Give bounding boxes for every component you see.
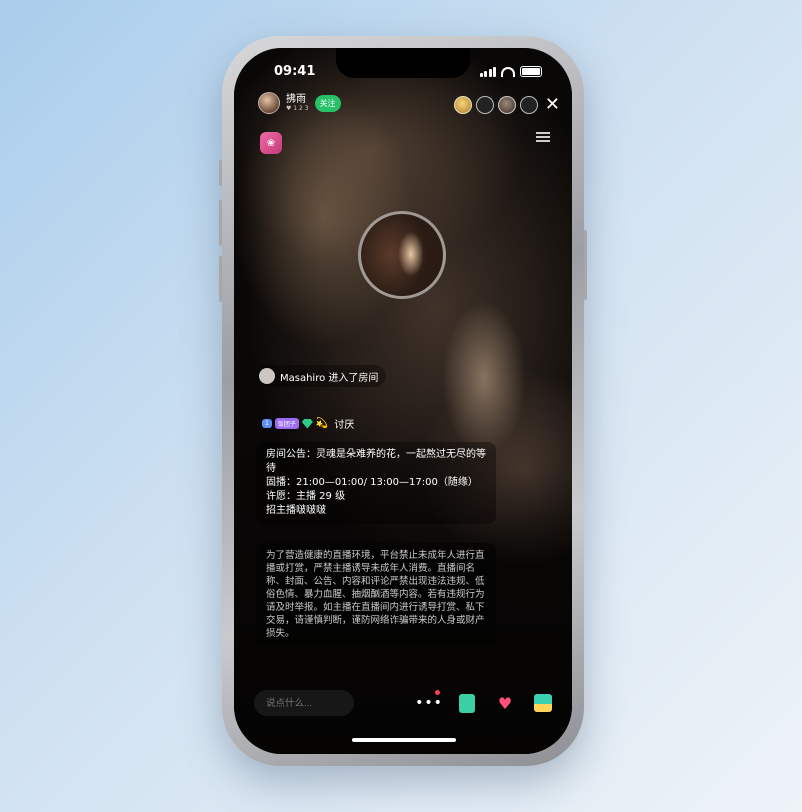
heart-icon: ♥	[497, 693, 513, 713]
viewer-avatar[interactable]	[475, 96, 494, 114]
enter-room-text: Masahiro 进入了房间	[280, 372, 379, 384]
more-button[interactable]: •••	[415, 690, 443, 716]
cellular-signal-icon	[479, 67, 496, 77]
chat-emoji: 💫	[315, 418, 329, 429]
platform-notice: 为了营造健康的直播环境，平台禁止未成年人进行直播或打赏，严禁主播诱导未成年人消费…	[256, 543, 496, 646]
announcement-line: 固播：21:00—01:00/ 13:00—17:00（随缘）	[266, 477, 478, 488]
host-info[interactable]: 拂雨 ♥ 1 2 3 关注	[258, 92, 341, 114]
wifi-icon	[501, 67, 515, 77]
viewer-avatar[interactable]	[519, 96, 538, 114]
announcement-line: 房间公告：灵魂是朵难养的花，一起熬过无尽的等待	[266, 449, 486, 474]
announcement-line: 许愿：主播 29 级	[266, 491, 346, 502]
host-name: 拂雨	[286, 93, 306, 105]
close-icon[interactable]: ✕	[545, 96, 560, 114]
host-likes: ♥ 1 2 3	[286, 104, 309, 112]
notification-dot	[435, 690, 440, 695]
host-text: 拂雨 ♥ 1 2 3	[286, 94, 309, 113]
viewer-avatar[interactable]	[497, 96, 516, 114]
room-announcement: 房间公告：灵魂是朵难养的花，一起熬过无尽的等待 固播：21:00—01:00/ …	[256, 442, 496, 524]
task-button[interactable]	[454, 690, 480, 716]
host-center-avatar[interactable]	[358, 211, 446, 299]
chat-message[interactable]: 1 饭团子 💫 讨厌	[262, 416, 354, 431]
fan-badge: 饭团子	[274, 418, 299, 429]
chat-input[interactable]	[254, 690, 354, 716]
chat-text: 讨厌	[334, 420, 355, 431]
enter-room-message: Masahiro 进入了房间	[256, 365, 387, 387]
task-icon	[459, 693, 475, 713]
announcement-line: 招主播啵啵啵	[266, 505, 326, 516]
live-room-screen: 09:41 拂雨 ♥ 1 2 3 关注 ✕ ❀ Masahiro 进入了房间 1…	[234, 48, 572, 754]
status-icons	[479, 66, 542, 77]
host-avatar[interactable]	[258, 92, 280, 114]
phone-side-button	[219, 256, 222, 302]
phone-power-button	[584, 230, 587, 300]
gift-icon	[534, 694, 552, 712]
home-indicator[interactable]	[352, 738, 456, 742]
more-dots-icon: •••	[415, 695, 443, 711]
like-button[interactable]: ♥	[492, 690, 518, 716]
gift-button[interactable]	[530, 690, 556, 716]
audience-bar: ✕	[453, 96, 560, 114]
rank-badge-icon[interactable]: ❀	[260, 132, 282, 154]
phone-side-button	[219, 200, 222, 246]
level-badge: 1	[262, 419, 272, 428]
phone-side-button	[219, 160, 222, 186]
battery-icon	[520, 66, 542, 77]
status-time: 09:41	[274, 64, 316, 79]
gem-badge-icon	[301, 418, 313, 429]
bottom-bar: ••• ♥	[254, 690, 556, 716]
viewer-avatar[interactable]	[453, 96, 472, 114]
notch	[336, 48, 470, 78]
menu-grid-icon[interactable]	[536, 132, 550, 150]
user-avatar	[259, 368, 275, 384]
follow-button[interactable]: 关注	[314, 94, 341, 112]
